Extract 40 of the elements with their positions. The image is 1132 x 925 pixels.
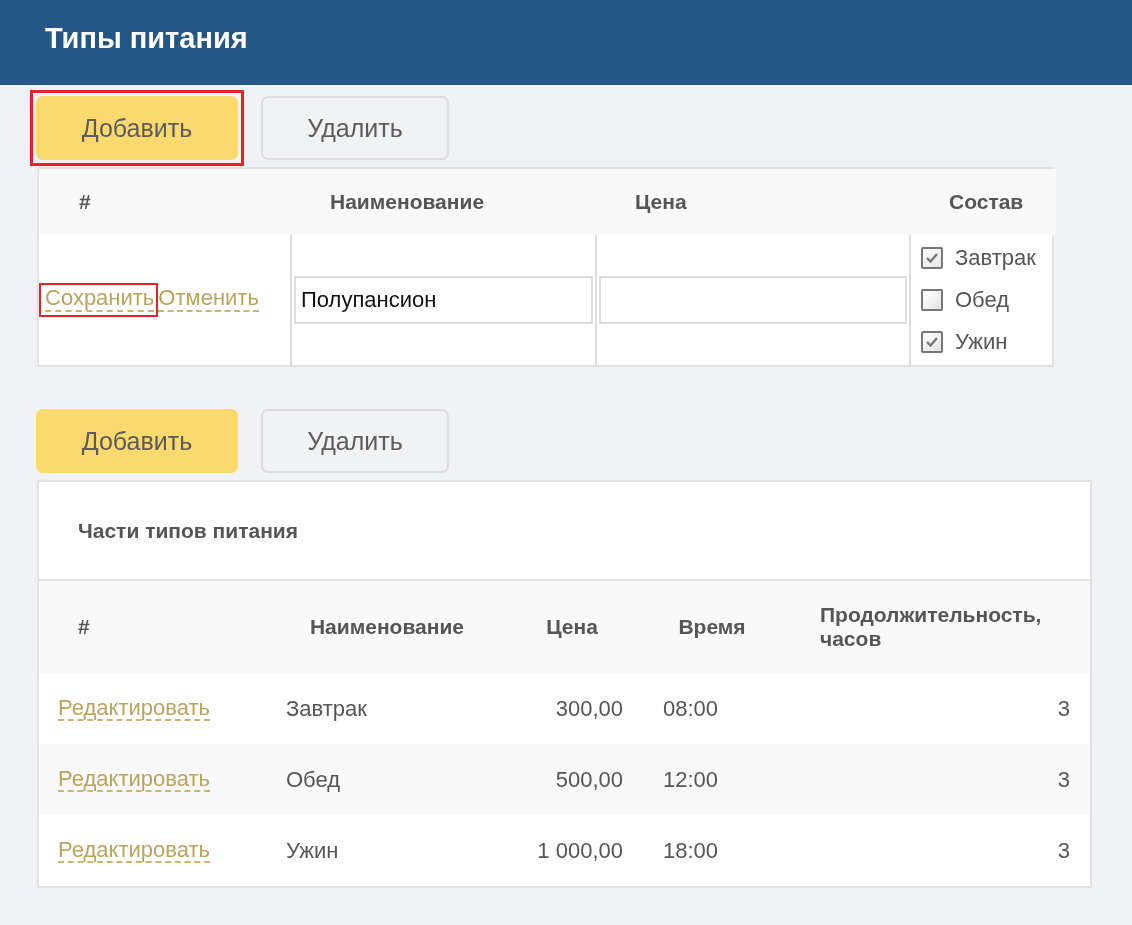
column-header: Продолжительность, часов <box>819 602 1043 652</box>
table-cell: Ужин <box>286 837 339 864</box>
cancel-link[interactable]: Отменить <box>158 286 259 312</box>
column-header: Наименование <box>308 614 466 640</box>
table-cell: 1 000,00 <box>537 837 623 864</box>
edit-link[interactable]: Редактировать <box>58 837 210 864</box>
column-header: # <box>77 614 91 640</box>
add-button[interactable]: Добавить <box>36 409 238 473</box>
checkbox-label: Ужин <box>955 329 1008 355</box>
price-input-field[interactable] <box>599 276 907 324</box>
table-cell: 3 <box>1057 766 1070 793</box>
table-cell: 300,00 <box>555 695 623 722</box>
edit-link[interactable]: Редактировать <box>58 695 210 722</box>
save-link[interactable]: Сохранить <box>45 286 155 312</box>
checkbox[interactable] <box>921 289 943 311</box>
delete-button[interactable]: Удалить <box>261 409 449 473</box>
check-icon <box>925 252 939 264</box>
column-header: # <box>39 169 290 235</box>
table-cell: 3 <box>1057 837 1070 864</box>
table-cell: 08:00 <box>663 695 719 722</box>
table-cell: Обед <box>286 766 341 793</box>
add-button[interactable]: Добавить <box>36 96 238 160</box>
column-header: Наименование <box>290 169 595 235</box>
name-input-field[interactable]: Полупансион <box>294 276 593 324</box>
checkbox[interactable] <box>921 247 943 269</box>
checkbox-label: Завтрак <box>955 245 1036 271</box>
table-cell: 500,00 <box>555 766 623 793</box>
table-cell: 3 <box>1057 695 1070 722</box>
column-header: Цена <box>545 614 599 640</box>
column-header: Цена <box>595 169 909 235</box>
delete-button[interactable]: Удалить <box>261 96 449 160</box>
checkbox[interactable] <box>921 331 943 353</box>
table-cell: 12:00 <box>663 766 719 793</box>
check-icon <box>925 336 939 348</box>
page-title: Типы питания <box>45 22 248 55</box>
checkbox-label: Обед <box>955 287 1010 313</box>
table-cell: Завтрак <box>286 695 367 722</box>
table-cell: 18:00 <box>663 837 719 864</box>
column-header: Состав <box>909 169 1056 235</box>
column-header: Время <box>677 614 747 640</box>
